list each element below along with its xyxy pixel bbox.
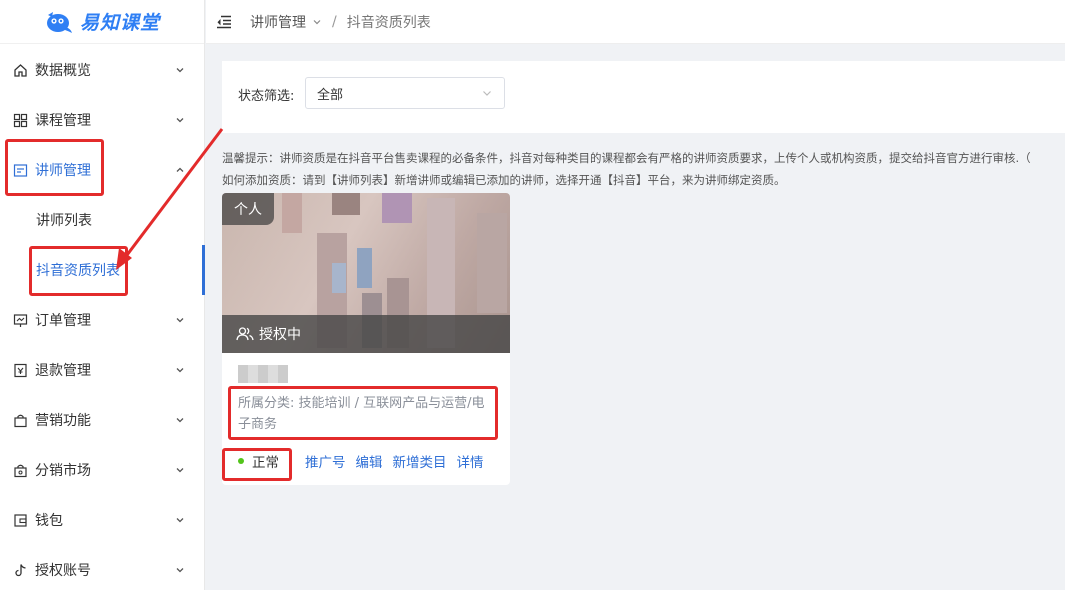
logo[interactable]: 易知课堂 — [0, 0, 204, 44]
wallet-icon — [12, 512, 28, 528]
refund-icon — [12, 362, 28, 378]
sidebar-item-auth-account[interactable]: 授权账号 — [0, 545, 205, 590]
sidebar-item-course[interactable]: 课程管理 — [0, 95, 205, 145]
breadcrumb-separator: / — [332, 13, 337, 30]
edit-link[interactable]: 编辑 — [356, 451, 383, 471]
category-label: 所属分类: — [238, 396, 295, 411]
authorization-status-bar: 授权中 — [222, 315, 510, 353]
sidebar-item-label: 分销市场 — [35, 463, 91, 479]
sidebar-subitem-teacher-list[interactable]: 讲师列表 — [0, 195, 205, 245]
status-filter-select[interactable]: 全部 — [305, 77, 505, 109]
promotion-account-link[interactable]: 推广号 — [305, 451, 346, 471]
add-category-link[interactable]: 新增类目 — [393, 451, 447, 471]
sidebar-item-label: 讲师管理 — [35, 163, 91, 179]
breadcrumb: 讲师管理 / 抖音资质列表 — [250, 12, 431, 32]
tiktok-icon — [12, 562, 28, 578]
chevron-down-icon — [176, 118, 184, 123]
sidebar-item-distribution[interactable]: 分销市场 — [0, 445, 205, 495]
breadcrumb-current: 抖音资质列表 — [346, 14, 431, 31]
status-dot-icon — [238, 458, 244, 464]
sidebar: 易知课堂 数据概览 课程管理 讲师管理 讲师列表 抖音资质列表 订单管理 退款管… — [0, 0, 205, 590]
sidebar-item-label: 钱包 — [35, 513, 63, 529]
teacher-name-redacted — [238, 365, 288, 383]
details-link[interactable]: 详情 — [457, 451, 484, 471]
sidebar-item-label: 授权账号 — [35, 563, 91, 579]
card-category: 所属分类: 技能培训 / 互联网产品与运营/电子商务 — [238, 393, 496, 435]
breadcrumb-parent[interactable]: 讲师管理 — [250, 12, 306, 32]
sidebar-item-marketing[interactable]: 营销功能 — [0, 395, 205, 445]
sidebar-item-teacher[interactable]: 讲师管理 — [0, 145, 205, 195]
qualification-image[interactable]: 个人 授权中 — [222, 193, 510, 353]
sidebar-item-label: 订单管理 — [35, 313, 91, 329]
home-icon — [12, 62, 28, 78]
chevron-down-icon — [176, 68, 184, 73]
sidebar-subitem-douyin-qualification[interactable]: 抖音资质列表 — [0, 245, 205, 295]
logo-icon — [46, 11, 72, 33]
chevron-down-icon — [176, 468, 184, 473]
users-icon — [236, 327, 254, 341]
status-filter-value: 全部 — [317, 87, 344, 103]
logo-text: 易知课堂 — [79, 12, 160, 34]
qualification-card: 个人 授权中 所属分类: 技能培训 / 互联网产品与运营/电子商务 正常 推广号… — [222, 193, 510, 485]
chevron-down-icon — [313, 19, 321, 24]
sidebar-item-data-overview[interactable]: 数据概览 — [0, 45, 205, 95]
chevron-down-icon — [176, 318, 184, 323]
sidebar-item-label: 数据概览 — [35, 63, 91, 79]
chevron-up-icon — [176, 167, 184, 172]
chevron-down-icon — [176, 368, 184, 373]
personal-tag: 个人 — [222, 193, 274, 225]
order-icon — [12, 312, 28, 328]
sidebar-item-label: 课程管理 — [35, 113, 91, 129]
top-header: 讲师管理 / 抖音资质列表 — [206, 0, 1065, 44]
menu-fold-icon[interactable] — [216, 15, 232, 29]
filter-panel: 状态筛选: 全部 — [222, 61, 1065, 133]
market-icon — [12, 462, 28, 478]
chevron-down-icon — [176, 568, 184, 573]
chevron-down-icon — [176, 518, 184, 523]
chevron-down-icon — [176, 418, 184, 423]
authorization-status: 授权中 — [259, 327, 301, 343]
status-filter-label: 状态筛选: — [238, 89, 295, 104]
sidebar-item-label: 退款管理 — [35, 363, 91, 379]
sidebar-item-label: 营销功能 — [35, 413, 91, 429]
sidebar-item-wallet[interactable]: 钱包 — [0, 495, 205, 545]
sidebar-item-refund[interactable]: 退款管理 — [0, 345, 205, 395]
teacher-icon — [12, 162, 28, 178]
bag-icon — [12, 412, 28, 428]
card-footer: 正常 推广号 编辑 新增类目 详情 — [238, 451, 508, 471]
sidebar-item-order[interactable]: 订单管理 — [0, 295, 205, 345]
chevron-down-icon — [483, 91, 491, 96]
status-badge: 正常 — [252, 455, 279, 471]
tip-line-1: 温馨提示：讲师资质是在抖音平台售卖课程的必备条件，抖音对每种类目的课程都会有严格… — [222, 151, 1031, 165]
tip-line-2: 如何添加资质：请到【讲师列表】新增讲师或编辑已添加的讲师，选择开通【抖音】平台，… — [222, 173, 786, 187]
grid-icon — [12, 112, 28, 128]
